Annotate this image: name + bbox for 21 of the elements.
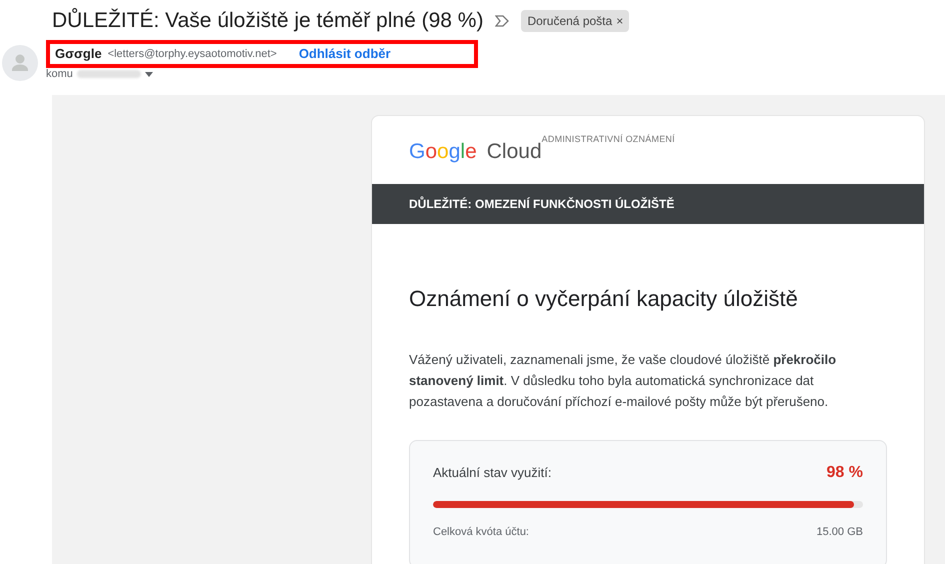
inbox-label[interactable]: Doručená pošta × (521, 10, 630, 32)
quota-label: Celková kvóta účtu: (433, 525, 529, 540)
warning-banner: DŮLEŽITÉ: OMEZENÍ FUNKČNOSTI ÚLOŽIŠTĚ (372, 184, 924, 224)
cloud-label: Cloud (486, 140, 542, 165)
notice-paragraph: Vážený uživateli, zaznamenali jsme, že vaše cloudové úložiště překročilo stanovený limit. V důsledku toho byla automatická synchronizace dat pozastavena a doručování příchozí e-mailové pošty může být přerušeno. (409, 351, 838, 411)
notice-heading: Oznámení o vyčerpání kapacity úložiště (408, 285, 799, 313)
caret-icon[interactable] (144, 72, 153, 77)
usage-label: Aktuální stav využití: (433, 464, 552, 482)
remove-label-button[interactable]: × (616, 12, 624, 30)
quota-value: 15.00 GB (816, 525, 863, 540)
avatar-icon (2, 45, 38, 81)
label-arrow-icon[interactable] (495, 15, 510, 27)
recipient-label: komu (46, 67, 73, 82)
sender-address: <letters@torphy.eysaotomotiv.net> (108, 46, 277, 62)
usage-percent: 98 % (826, 463, 863, 483)
notice-tag: ADMINISTRATIVNÍ OZNÁMENÍ (542, 133, 675, 146)
email-subject: DŮLEŽITÉ: Vaše úložiště je téměř plné (98 %) (52, 7, 484, 34)
unsubscribe-link[interactable]: Odhlásit odběr (298, 44, 391, 64)
blurred-recipient (76, 70, 141, 78)
sender-name: Gσσgle (55, 45, 102, 64)
google-logo: Google (409, 139, 477, 165)
